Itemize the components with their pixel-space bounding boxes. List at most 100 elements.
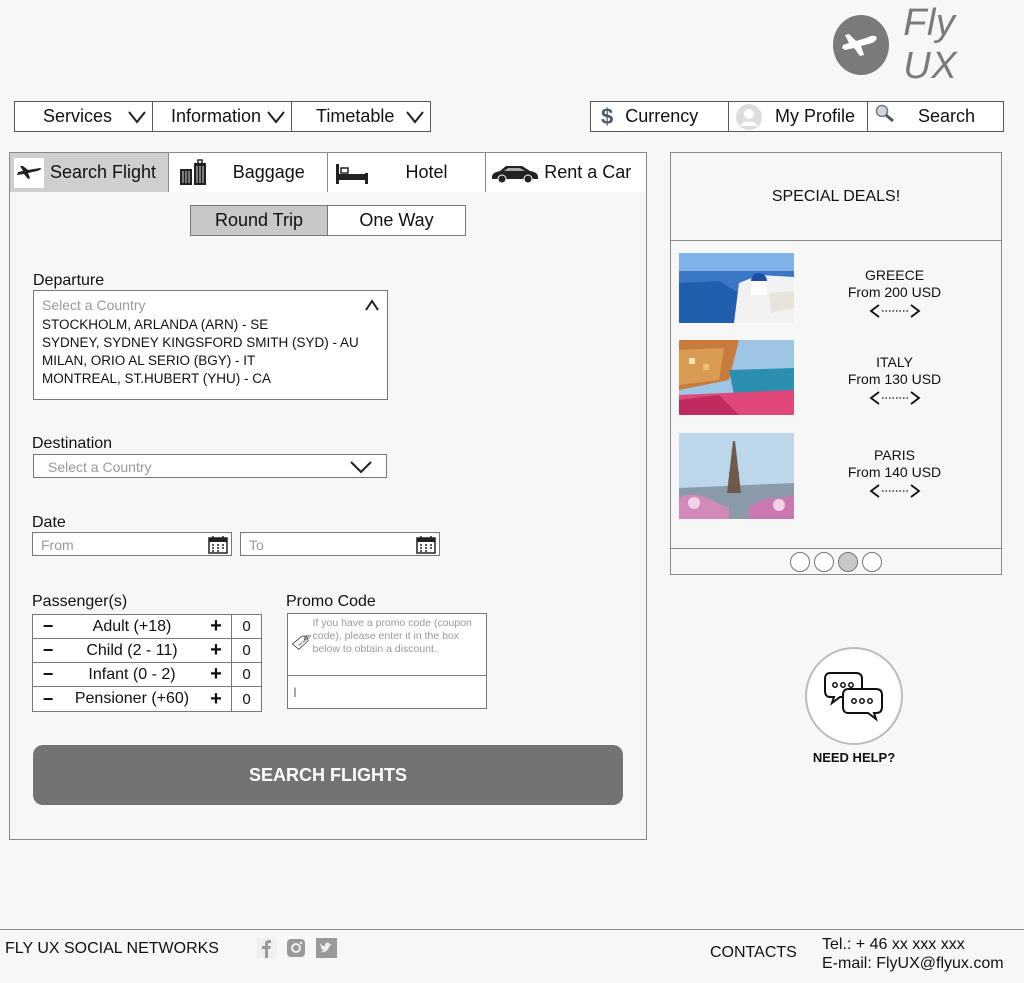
currency-button[interactable]: $ Currency — [590, 101, 729, 132]
passenger-type: Pensioner (+60) — [74, 690, 190, 707]
bed-icon — [332, 158, 372, 188]
brand-name: Fly UX — [903, 2, 958, 87]
decrement-button[interactable]: − — [33, 689, 63, 710]
increment-button[interactable]: + — [201, 688, 231, 711]
carousel-dot-active[interactable] — [838, 552, 858, 572]
date-from-input[interactable]: From — [32, 532, 232, 556]
deal-price: From 130 USD — [847, 371, 942, 387]
passenger-row: − Pensioner (+60) + 0 — [33, 687, 261, 711]
deal-destination: ITALY — [876, 354, 913, 370]
passengers-label: Passenger(s) — [32, 593, 128, 610]
my-profile-button[interactable]: My Profile — [729, 101, 868, 132]
tab-baggage-label: Baggage — [232, 162, 305, 182]
round-trip-button[interactable]: Round Trip — [190, 205, 328, 236]
increment-button[interactable]: + — [201, 663, 231, 686]
need-help-label: NEED HELP? — [812, 750, 896, 765]
search-label: Search — [918, 106, 976, 126]
carousel-dot[interactable] — [862, 552, 882, 572]
passenger-count[interactable]: 0 — [231, 662, 261, 687]
chevron-down-icon — [128, 111, 146, 124]
arrow-left-icon[interactable] — [869, 391, 881, 405]
arrow-right-icon[interactable] — [909, 391, 921, 405]
calendar-icon[interactable] — [208, 535, 228, 554]
departure-option[interactable]: MONTREAL, ST.HUBERT (YHU) - CA — [42, 371, 379, 386]
avatar-icon — [736, 103, 762, 130]
departure-option[interactable]: STOCKHOLM, ARLANDA (ARN) - SE — [42, 317, 379, 332]
calendar-icon[interactable] — [416, 535, 436, 554]
contact-phone: Tel.: + 46 xx xxx xxx — [822, 936, 965, 953]
nav-timetable[interactable]: Timetable — [292, 101, 431, 132]
chat-bubbles-icon[interactable] — [805, 647, 903, 745]
nav-timetable-label: Timetable — [316, 106, 395, 126]
contact-email[interactable]: E-mail: FlyUX@flyux.com — [822, 954, 1004, 973]
destination-dropdown[interactable]: Select a Country — [33, 454, 387, 478]
increment-button[interactable]: + — [201, 615, 231, 638]
decrement-button[interactable]: − — [33, 616, 63, 637]
deal-destination: PARIS — [874, 447, 915, 463]
passenger-count[interactable]: 0 — [231, 638, 261, 663]
contact-info: Tel.: + 46 xx xxx xxx E-mail: FlyUX@flyu… — [822, 935, 1004, 973]
tab-search-flight-label: Search Flight — [50, 162, 157, 182]
deal-info: GREECE From 200 USD — [794, 253, 995, 323]
passenger-row: − Adult (+18) + 0 — [33, 614, 261, 639]
departure-label: Departure — [33, 272, 105, 289]
arrow-right-icon[interactable] — [909, 484, 921, 498]
passengers-table: − Adult (+18) + 0 − Child (2 - 11) + 0 −… — [32, 614, 262, 712]
one-way-button[interactable]: One Way — [328, 205, 466, 236]
date-to-input[interactable]: To — [240, 532, 440, 556]
arrow-left-icon[interactable] — [869, 304, 881, 318]
chevron-down-icon — [267, 111, 285, 124]
tab-hotel[interactable]: Hotel — [327, 153, 487, 192]
dotted-line-icon — [881, 310, 908, 312]
carousel-dot[interactable] — [790, 552, 810, 572]
instagram-icon[interactable] — [286, 938, 306, 958]
booking-panel: Search Flight Baggage Hotel Rent a Car R… — [9, 152, 647, 840]
chevron-up-icon[interactable] — [365, 299, 379, 311]
passenger-count[interactable]: 0 — [231, 687, 261, 711]
departure-option[interactable]: MILAN, ORIO AL SERIO (BGY) - IT — [42, 353, 379, 368]
chevron-down-icon — [406, 111, 424, 124]
departure-dropdown[interactable]: Select a Country STOCKHOLM, ARLANDA (ARN… — [33, 290, 388, 400]
promo-code-input[interactable]: I — [288, 676, 486, 708]
twitter-icon[interactable] — [315, 938, 337, 958]
special-deals-title: SPECIAL DEALS! — [671, 153, 1001, 241]
deal-pager — [794, 304, 995, 318]
arrow-left-icon[interactable] — [869, 484, 881, 498]
italy-photo — [679, 340, 794, 415]
tab-baggage[interactable]: Baggage — [168, 153, 328, 192]
promo-code-box: PROMO CODE If you have a promo code (cou… — [287, 613, 487, 709]
deal-destination: GREECE — [864, 267, 925, 283]
deal-card-greece[interactable]: GREECE From 200 USD — [679, 253, 995, 323]
airplane-icon — [14, 157, 44, 188]
airplane-logo-icon — [833, 15, 890, 75]
promo-hint: If you have a promo code (coupon code), … — [312, 617, 472, 655]
increment-button[interactable]: + — [201, 639, 231, 662]
deal-price: From 200 USD — [847, 284, 942, 300]
date-label: Date — [32, 514, 66, 531]
arrow-right-icon[interactable] — [909, 304, 921, 318]
deal-card-italy[interactable]: ITALY From 130 USD — [679, 340, 995, 415]
deal-pager — [794, 484, 995, 498]
dotted-line-icon — [881, 397, 908, 399]
nav-information[interactable]: Information — [153, 101, 292, 132]
search-button[interactable]: Search — [868, 101, 1004, 132]
brand-logo[interactable]: Fly UX — [833, 2, 1013, 87]
decrement-button[interactable]: − — [33, 640, 63, 661]
nav-services[interactable]: Services — [14, 101, 153, 132]
utility-nav: $ Currency My Profile Search — [590, 101, 1004, 132]
facebook-icon[interactable] — [257, 938, 277, 958]
passenger-count[interactable]: 0 — [231, 614, 261, 639]
departure-option[interactable]: SYDNEY, SYDNEY KINGSFORD SMITH (SYD) - A… — [42, 335, 379, 350]
contacts-label: CONTACTS — [710, 944, 797, 961]
tab-rent-a-car[interactable]: Rent a Car — [486, 153, 646, 192]
tab-search-flight[interactable]: Search Flight — [10, 153, 169, 192]
my-profile-label: My Profile — [775, 106, 856, 126]
booking-tabs: Search Flight Baggage Hotel Rent a Car — [10, 153, 646, 192]
search-flights-button[interactable]: SEARCH FLIGHTS — [33, 745, 623, 805]
decrement-button[interactable]: − — [33, 664, 63, 685]
carousel-dot[interactable] — [814, 552, 834, 572]
deal-info: PARIS From 140 USD — [794, 433, 995, 519]
passenger-row: − Child (2 - 11) + 0 — [33, 638, 261, 663]
deal-card-paris[interactable]: PARIS From 140 USD — [679, 433, 995, 519]
need-help-widget[interactable]: NEED HELP? — [805, 647, 903, 765]
